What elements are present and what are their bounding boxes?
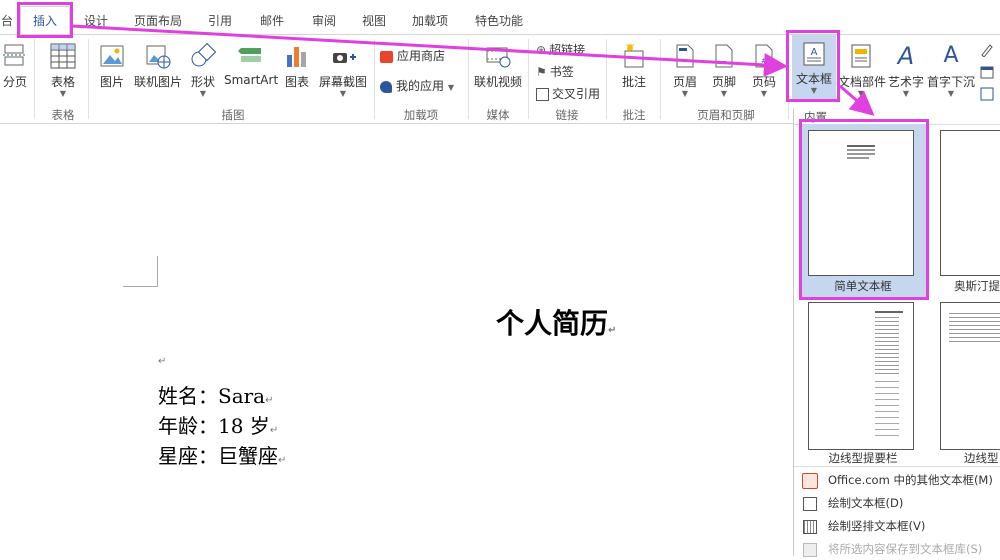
- annotation-arrows: [71, 24, 875, 116]
- arrow-to-gallery: [839, 84, 875, 116]
- arrow-to-textbox: [71, 24, 788, 77]
